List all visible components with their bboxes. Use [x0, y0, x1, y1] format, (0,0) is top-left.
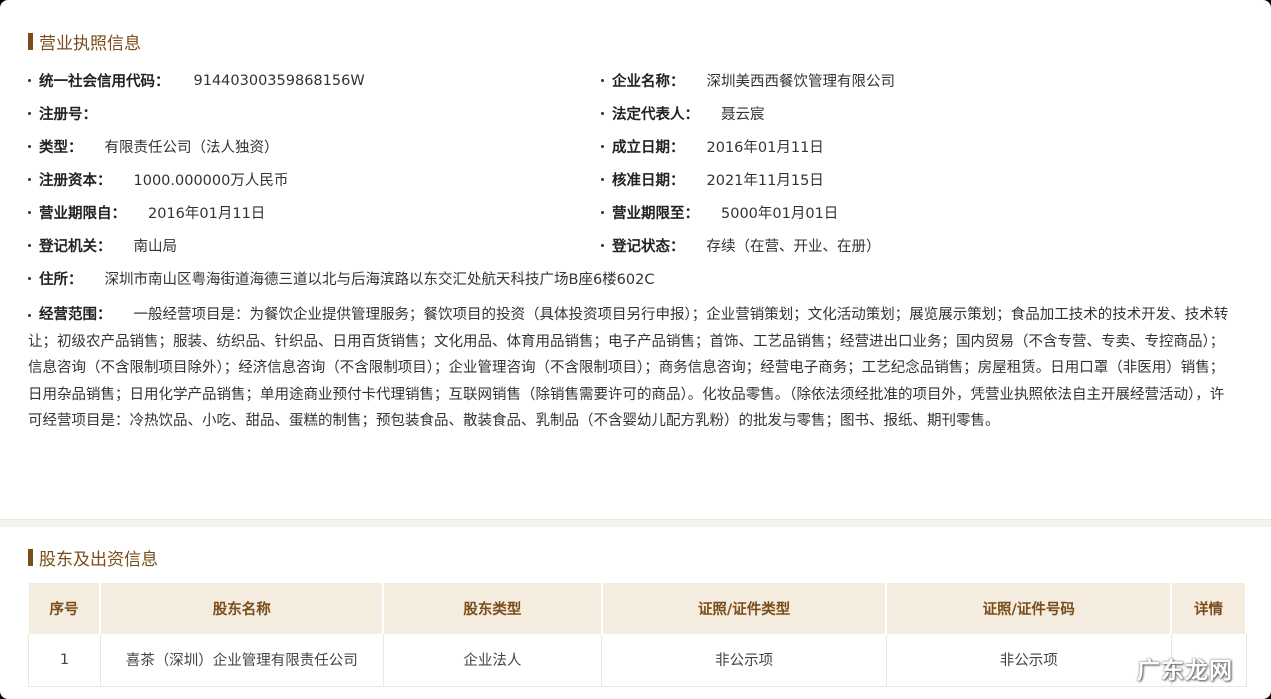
field-value: 存续（在营、开业、在册）: [706, 239, 881, 255]
bullet-dot-icon: [28, 178, 31, 181]
bullet-dot-icon: [601, 79, 604, 82]
title-bar-marker: [28, 548, 33, 566]
cell-id-number: 非公示项: [886, 634, 1172, 687]
field-value: 深圳美西西餐饮管理有限公司: [706, 74, 896, 90]
bullet-dot-icon: [28, 244, 31, 247]
field-label: 统一社会信用代码：: [39, 74, 170, 90]
license-section-title-text: 营业执照信息: [39, 33, 141, 54]
cell-shareholder-name: 喜茶（深圳）企业管理有限责任公司: [100, 634, 384, 687]
page-frame: 营业执照信息 统一社会信用代码： 91440300359868156W 注册号：…: [0, 0, 1271, 699]
field-reg-number: 注册号：: [28, 103, 97, 124]
cell-id-type: 非公示项: [601, 634, 887, 687]
column-header-index: 序号: [28, 583, 102, 634]
field-value: 深圳市南山区粤海街道海德三道以北与后海滨路以东交汇处航天科技广场B座6楼602C: [104, 272, 655, 288]
field-value: 2016年01月11日: [148, 206, 266, 222]
field-label: 登记机关：: [39, 239, 112, 255]
column-header-type: 股东类型: [383, 583, 603, 634]
bullet-dot-icon: [28, 277, 31, 280]
field-label: 注册资本：: [39, 173, 112, 189]
bullet-dot-icon: [601, 211, 604, 214]
field-value: 一般经营项目是：为餐饮企业提供管理服务；餐饮项目的投资（具体投资项目另行申报）；…: [28, 307, 1229, 429]
field-legal-representative: 法定代表人： 聂云宸: [601, 103, 765, 124]
field-value: 2021年11月15日: [706, 173, 824, 189]
bullet-dot-icon: [28, 79, 31, 82]
shareholder-section-title: 股东及出资信息: [28, 545, 158, 570]
field-label: 核准日期：: [612, 173, 685, 189]
field-label: 住所：: [39, 272, 83, 288]
field-label: 营业期限至：: [612, 206, 699, 222]
field-value: 有限责任公司（法人独资）: [104, 140, 279, 156]
field-label: 营业期限自：: [39, 206, 126, 222]
field-label: 法定代表人：: [612, 107, 699, 123]
field-label: 注册号：: [39, 107, 97, 123]
bullet-dot-icon: [601, 112, 604, 115]
cell-index: 1: [28, 634, 101, 687]
bullet-dot-icon: [28, 112, 31, 115]
column-header-id-number: 证照/证件号码: [886, 583, 1173, 634]
table-row: 1 喜茶（深圳）企业管理有限责任公司 企业法人 非公示项 非公示项: [28, 634, 1247, 687]
field-approval-date: 核准日期： 2021年11月15日: [601, 169, 824, 190]
field-company-name: 企业名称： 深圳美西西餐饮管理有限公司: [601, 70, 895, 91]
field-term-from: 营业期限自： 2016年01月11日: [28, 202, 265, 223]
field-value: 聂云宸: [721, 107, 765, 123]
field-label: 经营范围：: [39, 307, 112, 323]
field-registration-authority: 登记机关： 南山局: [28, 235, 177, 256]
license-section-title: 营业执照信息: [28, 29, 141, 54]
table-header-row: 序号 股东名称 股东类型 证照/证件类型 证照/证件号码 详情: [28, 583, 1247, 634]
field-capital: 注册资本： 1000.000000万人民币: [28, 169, 288, 190]
field-label: 企业名称：: [612, 74, 685, 90]
column-header-id-type: 证照/证件类型: [601, 583, 888, 634]
field-value: 2016年01月11日: [706, 140, 824, 156]
bullet-dot-icon: [28, 313, 31, 317]
bullet-dot-icon: [601, 244, 604, 247]
title-bar-marker: [28, 32, 33, 50]
field-registration-status: 登记状态： 存续（在营、开业、在册）: [601, 235, 881, 256]
section-divider: [0, 519, 1271, 527]
field-value: 91440300359868156W: [193, 72, 365, 89]
field-label: 类型：: [39, 140, 83, 156]
field-address: 住所： 深圳市南山区粤海街道海德三道以北与后海滨路以东交汇处航天科技广场B座6楼…: [28, 268, 654, 289]
field-established-date: 成立日期： 2016年01月11日: [601, 136, 824, 157]
shareholder-section-title-text: 股东及出资信息: [39, 549, 158, 570]
bullet-dot-icon: [601, 145, 604, 148]
bullet-dot-icon: [28, 145, 31, 148]
field-label: 登记状态：: [612, 239, 685, 255]
field-business-scope: 经营范围： 一般经营项目是：为餐饮企业提供管理服务；餐饮项目的投资（具体投资项目另…: [28, 302, 1233, 435]
bullet-dot-icon: [601, 178, 604, 181]
field-value: 5000年01月01日: [721, 206, 839, 222]
field-value: 南山局: [133, 239, 178, 255]
shareholder-table: 序号 股东名称 股东类型 证照/证件类型 证照/证件号码 详情 1 喜茶（深圳）…: [28, 583, 1247, 687]
field-label: 成立日期：: [612, 140, 685, 156]
field-type: 类型： 有限责任公司（法人独资）: [28, 136, 279, 157]
field-term-to: 营业期限至： 5000年01月01日: [601, 202, 838, 223]
field-value: 1000.000000万人民币: [133, 173, 289, 189]
column-header-name: 股东名称: [100, 583, 385, 634]
bullet-dot-icon: [28, 211, 31, 214]
watermark: 广东龙网: [1137, 658, 1233, 684]
cell-shareholder-type: 企业法人: [383, 634, 603, 687]
column-header-details: 详情: [1171, 583, 1247, 634]
field-credit-code: 统一社会信用代码： 91440300359868156W: [28, 70, 365, 91]
